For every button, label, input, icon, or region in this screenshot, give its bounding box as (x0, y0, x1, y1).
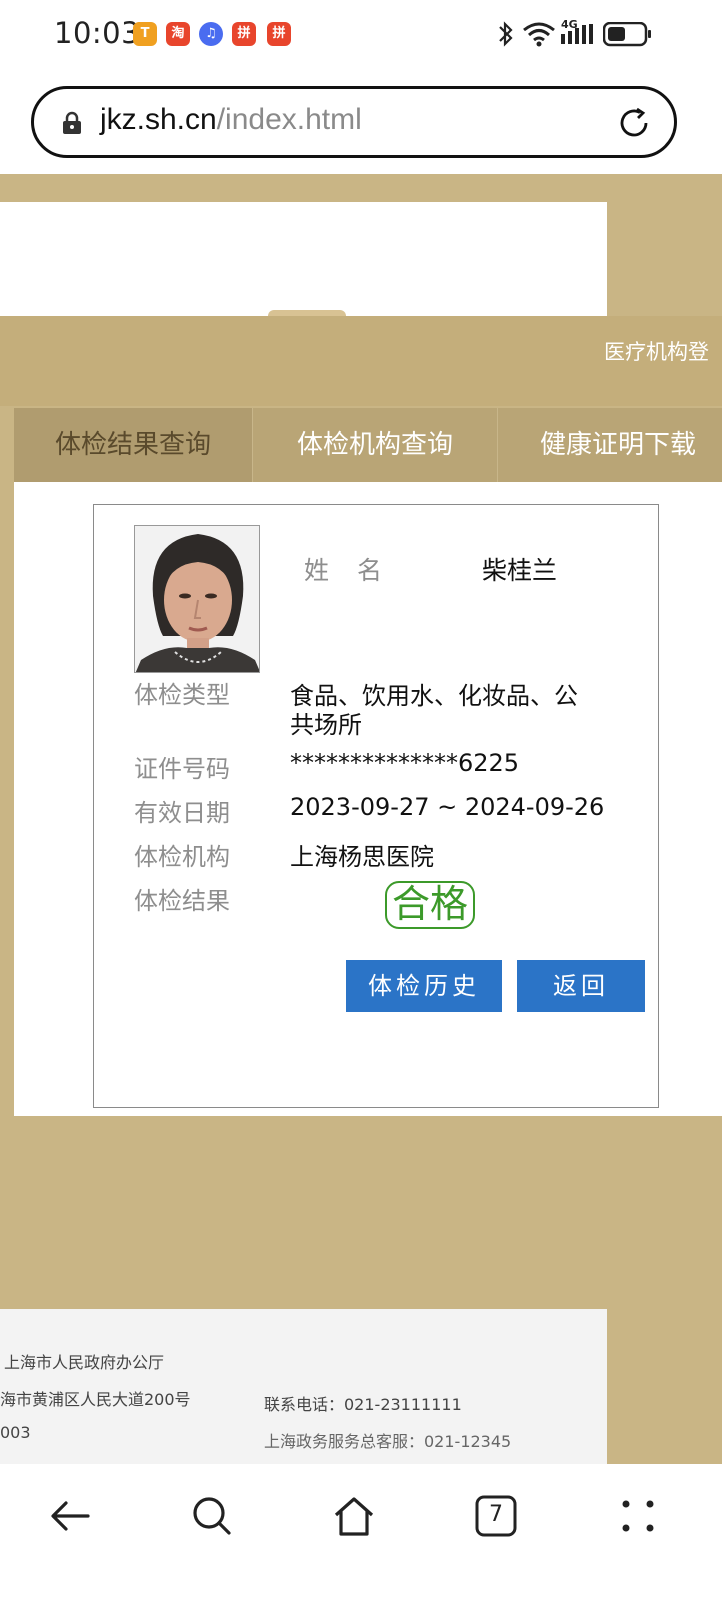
exam-type-value-line2: 共场所 (290, 711, 362, 739)
result-pass-badge: 合格 (385, 881, 475, 929)
footer-address: 海市黄浦区人民大道200号 (0, 1390, 191, 1409)
result-panel: 姓名 柴桂兰 体检类型 食品、饮用水、化妆品、公 共场所 证件号码 ******… (14, 482, 722, 1116)
result-card: 姓名 柴桂兰 体检类型 食品、饮用水、化妆品、公 共场所 证件号码 ******… (93, 504, 659, 1108)
id-number-label: 证件号码 (134, 755, 230, 783)
page-banner (0, 202, 607, 316)
valid-date-label: 有效日期 (134, 799, 230, 827)
reload-icon[interactable] (616, 105, 652, 141)
page-footer: 上海市人民政府办公厅 海市黄浦区人民大道200号 003 联系电话：021-23… (0, 1309, 607, 1464)
tab-exam-result-query[interactable]: 体检结果查询 (14, 408, 252, 482)
exam-history-button[interactable]: 体检历史 (346, 960, 502, 1012)
tab-health-certificate-download[interactable]: 健康证明下载 (498, 408, 722, 482)
more-menu-icon[interactable] (616, 1494, 660, 1538)
battery-icon (603, 22, 651, 47)
web-page: 医疗机构登 体检结果查询 体检机构查询 健康证明下载 姓名 柴桂兰 体检类型 食… (0, 174, 722, 1464)
pinduoduo-app-icon: 拼 (232, 22, 256, 46)
tab-exam-institution-query[interactable]: 体检机构查询 (253, 408, 497, 482)
footer-side (607, 1309, 722, 1464)
status-bar: 10:03 T 淘 ♫ 拼 拼 4G (0, 0, 722, 70)
message-app-icon: T (133, 22, 157, 46)
id-number-value: **************6225 (290, 749, 520, 777)
wifi-icon (523, 22, 555, 47)
search-icon[interactable] (190, 1494, 234, 1538)
footer-postcode: 003 (0, 1423, 31, 1442)
tab-count: 7 (489, 1502, 503, 1527)
signal-icon (561, 24, 593, 44)
pinduoduo-app-icon: 拼 (267, 22, 291, 46)
exam-type-label: 体检类型 (134, 681, 230, 709)
clock: 10:03 (54, 16, 141, 50)
address-bar[interactable]: jkz.sh.cn/index.html (31, 86, 677, 158)
url-text: jkz.sh.cn/index.html (100, 103, 362, 136)
back-arrow-icon[interactable] (48, 1494, 92, 1538)
org-register-link[interactable]: 医疗机构登 (604, 336, 709, 366)
taobao-app-icon: 淘 (166, 22, 190, 46)
banner-side (607, 174, 722, 316)
footer-sponsor: 上海市人民政府办公厅 (4, 1353, 165, 1372)
browser-bottom-nav: 7 (0, 1464, 722, 1600)
footer-hotline: 上海政务服务总客服：021-12345 (264, 1432, 512, 1451)
bluetooth-icon (499, 21, 513, 47)
exam-institution-value: 上海杨思医院 (290, 843, 434, 871)
back-button[interactable]: 返回 (517, 960, 645, 1012)
footer-phone: 联系电话：021-23111111 (264, 1395, 462, 1414)
music-app-icon: ♫ (199, 22, 223, 46)
exam-institution-label: 体检机构 (134, 843, 230, 871)
main-nav: 体检结果查询 体检机构查询 健康证明下载 (14, 408, 722, 482)
exam-result-label: 体检结果 (134, 887, 230, 915)
name-label: 姓名 (304, 556, 411, 585)
lock-icon (63, 111, 81, 134)
home-icon[interactable] (332, 1494, 376, 1538)
tabs-button[interactable]: 7 (474, 1494, 518, 1538)
valid-date-value: 2023-09-27 ~ 2024-09-26 (290, 793, 605, 821)
name-value: 柴桂兰 (482, 556, 558, 585)
id-photo (134, 525, 260, 673)
